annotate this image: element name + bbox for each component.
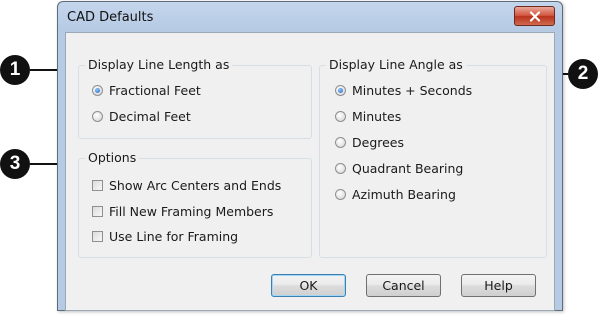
radio-button[interactable] bbox=[335, 189, 346, 200]
radio-button-selected[interactable] bbox=[92, 85, 103, 96]
line-angle-legend: Display Line Angle as bbox=[326, 57, 466, 72]
callout-1: 1 bbox=[0, 55, 30, 85]
callout-2: 2 bbox=[568, 59, 598, 89]
radio-button[interactable] bbox=[92, 111, 103, 122]
checkbox-label: Use Line for Framing bbox=[109, 229, 239, 244]
options-group: Options Show Arc Centers and Ends Fill N… bbox=[78, 150, 312, 258]
radio-minutes[interactable]: Minutes bbox=[335, 109, 401, 124]
radio-fractional-feet[interactable]: Fractional Feet bbox=[92, 83, 201, 98]
dialog-client-area: Display Line Length as Fractional Feet D… bbox=[65, 32, 555, 311]
options-legend: Options bbox=[85, 150, 140, 165]
checkbox-fill-new-framing[interactable]: Fill New Framing Members bbox=[92, 204, 273, 219]
help-button[interactable]: Help bbox=[461, 274, 536, 297]
callout-3: 3 bbox=[0, 149, 30, 179]
line-length-group: Display Line Length as Fractional Feet D… bbox=[78, 57, 312, 139]
line-length-legend: Display Line Length as bbox=[85, 57, 233, 72]
radio-button[interactable] bbox=[335, 111, 346, 122]
checkbox-label: Show Arc Centers and Ends bbox=[109, 178, 282, 193]
radio-azimuth-bearing[interactable]: Azimuth Bearing bbox=[335, 187, 456, 202]
radio-label: Decimal Feet bbox=[109, 109, 191, 124]
checkbox-use-line-for-framing[interactable]: Use Line for Framing bbox=[92, 229, 238, 244]
cad-defaults-dialog: CAD Defaults Display Line Length as Frac… bbox=[57, 1, 563, 311]
ok-button[interactable]: OK bbox=[271, 274, 346, 297]
dialog-title: CAD Defaults bbox=[67, 10, 154, 25]
checkbox[interactable] bbox=[92, 231, 103, 242]
radio-degrees[interactable]: Degrees bbox=[335, 135, 404, 150]
radio-minutes-seconds[interactable]: Minutes + Seconds bbox=[335, 83, 472, 98]
radio-button[interactable] bbox=[335, 163, 346, 174]
radio-label: Minutes + Seconds bbox=[352, 83, 473, 98]
radio-button[interactable] bbox=[335, 137, 346, 148]
radio-label: Minutes bbox=[352, 109, 402, 124]
close-button[interactable] bbox=[514, 6, 555, 26]
radio-decimal-feet[interactable]: Decimal Feet bbox=[92, 109, 191, 124]
radio-label: Quadrant Bearing bbox=[352, 161, 464, 176]
checkbox-label: Fill New Framing Members bbox=[109, 204, 274, 219]
checkbox-show-arc-centers[interactable]: Show Arc Centers and Ends bbox=[92, 178, 281, 193]
checkbox[interactable] bbox=[92, 180, 103, 191]
cancel-button[interactable]: Cancel bbox=[366, 274, 441, 297]
line-angle-group: Display Line Angle as Minutes + Seconds … bbox=[319, 57, 547, 258]
radio-label: Azimuth Bearing bbox=[352, 187, 456, 202]
radio-button-selected[interactable] bbox=[335, 85, 346, 96]
close-x-icon bbox=[529, 10, 540, 22]
radio-quadrant-bearing[interactable]: Quadrant Bearing bbox=[335, 161, 463, 176]
radio-label: Degrees bbox=[352, 135, 405, 150]
radio-label: Fractional Feet bbox=[109, 83, 201, 98]
checkbox[interactable] bbox=[92, 206, 103, 217]
